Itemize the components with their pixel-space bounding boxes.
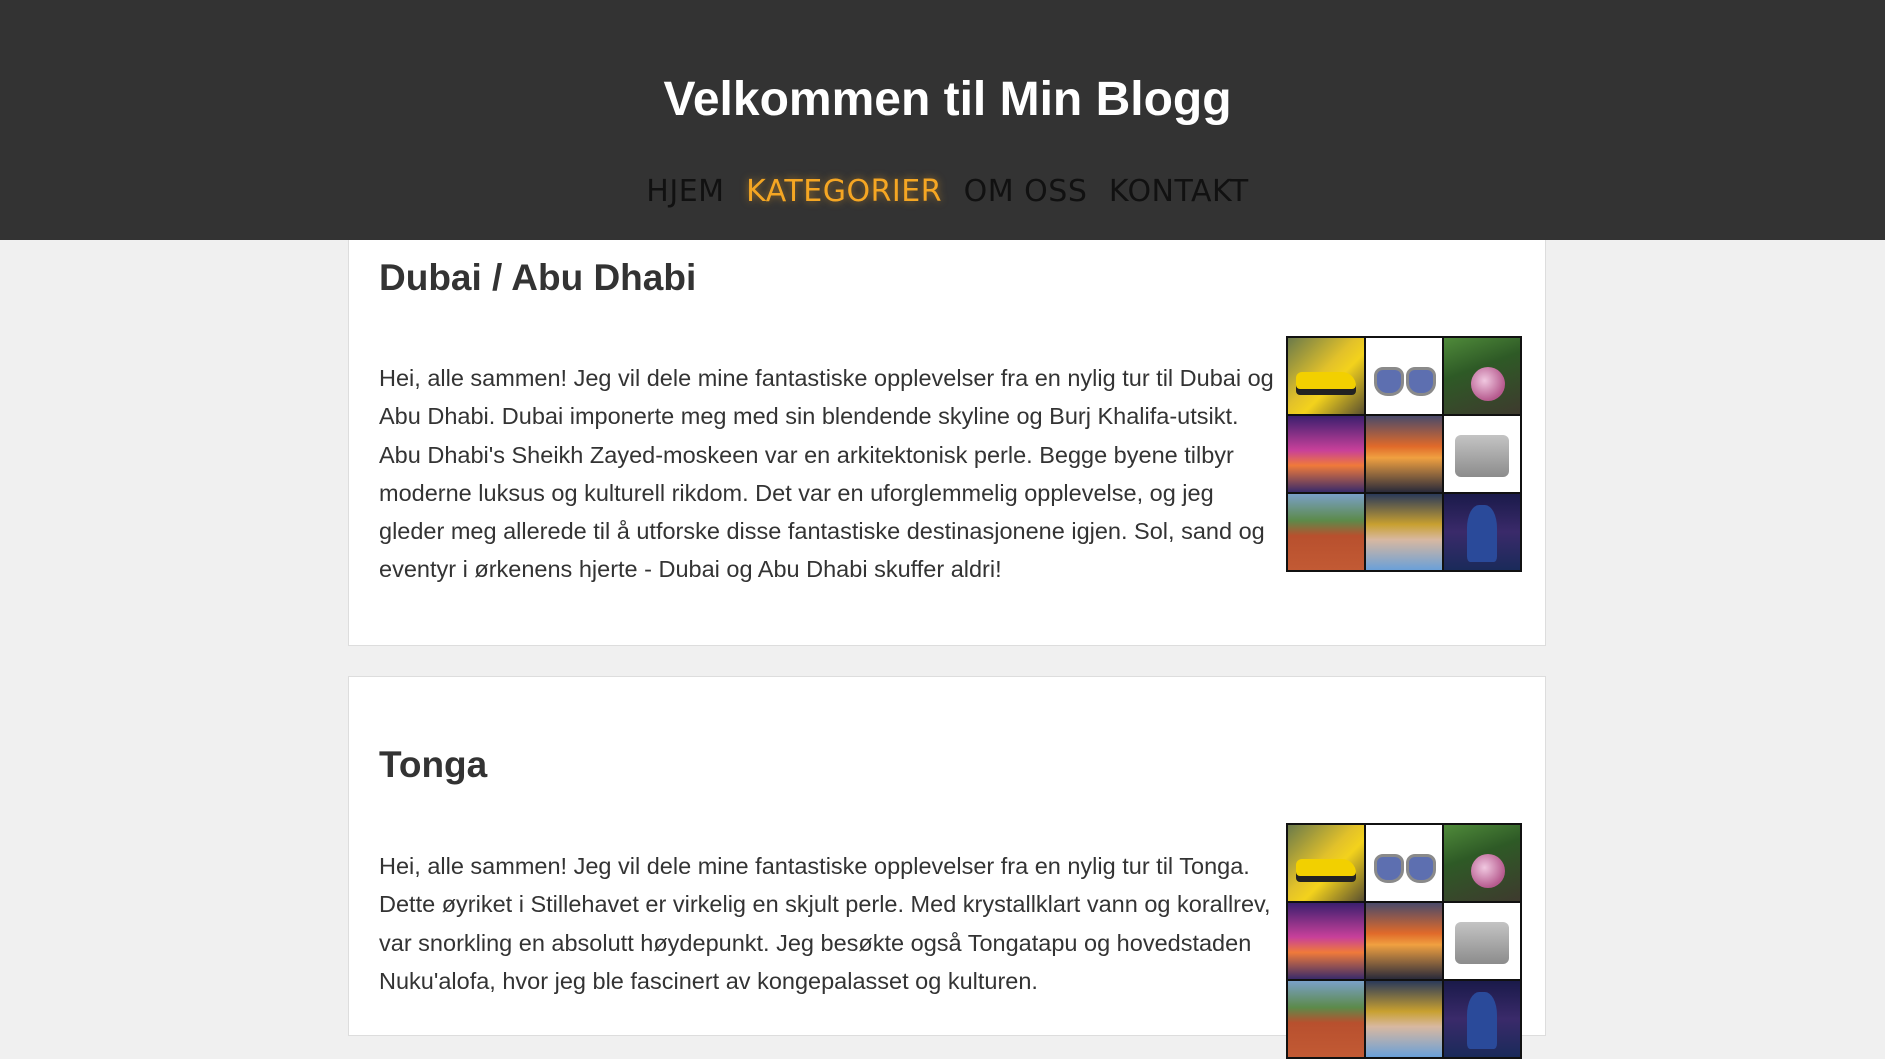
player-trophy-image[interactable] (1366, 494, 1442, 570)
sunglasses-image[interactable] (1366, 825, 1442, 901)
sunset-pier-image[interactable] (1288, 416, 1364, 492)
nav-item-hjem[interactable]: HJEM (646, 174, 724, 209)
radish-image[interactable] (1444, 825, 1520, 901)
radish-image[interactable] (1444, 338, 1520, 414)
football-player-image[interactable] (1444, 981, 1520, 1057)
post-title: Tonga (379, 744, 488, 785)
nav-item-kategorier[interactable]: KATEGORIER (746, 174, 942, 209)
ottoman-image[interactable] (1444, 903, 1520, 979)
running-track-image[interactable] (1288, 494, 1364, 570)
post-image-grid[interactable] (1286, 823, 1522, 1059)
car-image[interactable] (1288, 825, 1364, 901)
post-title: Dubai / Abu Dhabi (379, 257, 697, 298)
blog-post-tonga: Tonga Hei, alle sammen! Jeg vil dele min… (348, 676, 1546, 1059)
sunset-sky-image[interactable] (1366, 903, 1442, 979)
player-trophy-image[interactable] (1366, 981, 1442, 1057)
site-title: Velkommen til Min Blogg (663, 73, 1232, 126)
car-image[interactable] (1288, 338, 1364, 414)
sunset-sky-image[interactable] (1366, 416, 1442, 492)
nav-item-kontakt[interactable]: KONTAKT (1109, 174, 1249, 209)
post-text: Hei, alle sammen! Jeg vil dele mine fant… (379, 853, 1271, 994)
post-text: Hei, alle sammen! Jeg vil dele mine fant… (379, 365, 1274, 583)
ottoman-image[interactable] (1444, 416, 1520, 492)
post-image-grid[interactable] (1286, 336, 1522, 572)
nav-item-om-oss[interactable]: OM OSS (964, 174, 1088, 209)
football-player-image[interactable] (1444, 494, 1520, 570)
sunset-pier-image[interactable] (1288, 903, 1364, 979)
site-header: Velkommen til Min Blogg HJEM KATEGORIER … (0, 0, 1885, 240)
sunglasses-image[interactable] (1366, 338, 1442, 414)
running-track-image[interactable] (1288, 981, 1364, 1057)
main-nav: HJEM KATEGORIER OM OSS KONTAKT (0, 172, 1885, 212)
blog-post-dubai: Dubai / Abu Dhabi Hei, alle sammen! Jeg … (348, 222, 1546, 646)
